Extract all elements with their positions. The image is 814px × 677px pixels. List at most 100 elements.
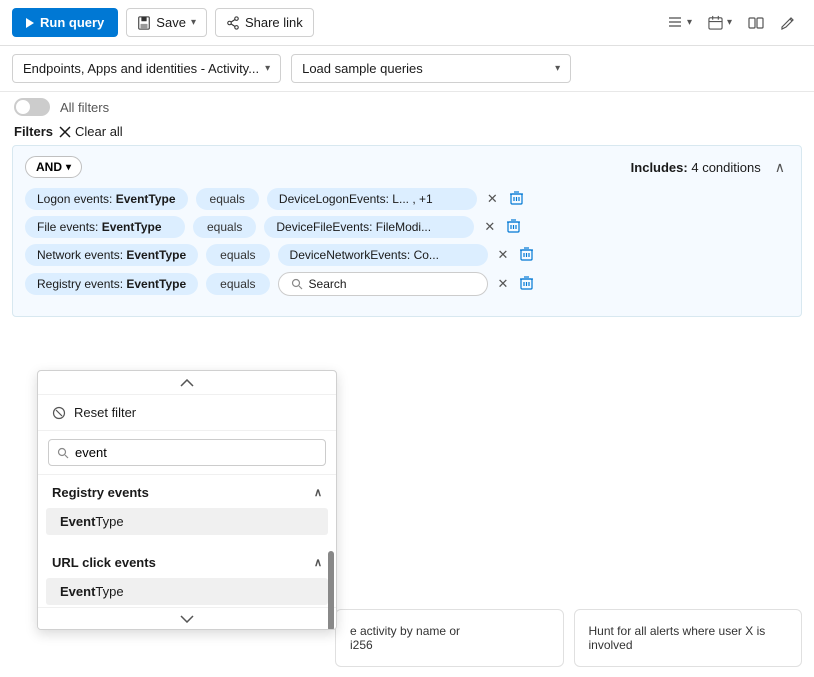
condition-close-1[interactable]: ✕	[485, 189, 500, 209]
run-query-button[interactable]: Run query	[12, 8, 118, 37]
condition-op-1[interactable]: equals	[196, 188, 259, 210]
clear-all-button[interactable]: Clear all	[59, 124, 123, 139]
condition-op-4-label: equals	[220, 277, 255, 291]
toolbar-right-icons: ▾ ▾	[661, 11, 802, 35]
condition-op-3-label: equals	[220, 248, 255, 262]
list-view-button[interactable]: ▾	[661, 12, 698, 34]
more-options-button[interactable]	[774, 11, 802, 35]
save-chevron-icon: ▾	[191, 17, 196, 28]
condition-op-2[interactable]: equals	[193, 216, 256, 238]
url-item-rest: Type	[95, 584, 123, 599]
url-eventtype-item[interactable]: EventType	[46, 578, 328, 605]
condition-field-3-label: Network events: EventType	[37, 248, 186, 262]
registry-item-bold: Event	[60, 514, 95, 529]
hint-card-1: e activity by name ori256	[335, 609, 564, 667]
trash-icon	[507, 219, 520, 233]
all-filters-toggle[interactable]	[14, 98, 50, 116]
condition-field-3[interactable]: Network events: EventType	[25, 244, 198, 266]
run-query-label: Run query	[40, 15, 104, 30]
all-filters-label: All filters	[60, 100, 109, 115]
condition-op-4[interactable]: equals	[206, 273, 269, 295]
section-registry-events: Registry events ∧	[38, 475, 336, 506]
share-link-label: Share link	[245, 15, 303, 30]
condition-field-1-label: Logon events: EventType	[37, 192, 176, 206]
condition-close-2[interactable]: ✕	[482, 217, 497, 237]
condition-row: Network events: EventType equals DeviceN…	[25, 244, 789, 266]
close-x-icon	[59, 126, 71, 138]
toolbar: Run query Save ▾ Share link ▾	[0, 0, 814, 46]
condition-value-3-label: DeviceNetworkEvents: Co...	[290, 248, 439, 262]
reset-filter-button[interactable]: Reset filter	[38, 395, 336, 431]
list-chevron-icon: ▾	[687, 17, 692, 28]
condition-delete-3[interactable]	[518, 245, 535, 266]
condition-value-2-label: DeviceFileEvents: FileModi...	[276, 220, 431, 234]
url-events-chevron-icon[interactable]: ∧	[314, 556, 322, 569]
registry-eventtype-item[interactable]: EventType	[46, 508, 328, 535]
load-sample-dropdown[interactable]: Load sample queries ▾	[291, 54, 571, 83]
load-sample-label: Load sample queries	[302, 61, 423, 76]
condition-row-active: Registry events: EventType equals Search…	[25, 272, 789, 296]
condition-value-2[interactable]: DeviceFileEvents: FileModi...	[264, 216, 474, 238]
condition-close-3[interactable]: ✕	[496, 245, 511, 265]
condition-search-field[interactable]: Search	[278, 272, 488, 296]
registry-events-chevron-icon[interactable]: ∧	[314, 486, 322, 499]
condition-delete-1[interactable]	[508, 189, 525, 210]
share-link-button[interactable]: Share link	[215, 8, 314, 37]
condition-field-2-label: File events: EventType	[37, 220, 162, 234]
condition-field-1[interactable]: Logon events: EventType	[25, 188, 188, 210]
condition-close-4[interactable]: ✕	[496, 274, 511, 294]
url-click-events-label: URL click events	[52, 555, 156, 570]
search-box[interactable]	[48, 439, 326, 466]
query-bar: Endpoints, Apps and identities - Activit…	[0, 46, 814, 92]
condition-delete-4[interactable]	[518, 274, 535, 295]
collapse-button[interactable]: ∧	[771, 157, 789, 178]
condition-field-4[interactable]: Registry events: EventType	[25, 273, 198, 295]
condition-row: File events: EventType equals DeviceFile…	[25, 216, 789, 238]
save-button[interactable]: Save ▾	[126, 8, 207, 37]
endpoint-dropdown-chevron: ▾	[265, 63, 270, 74]
condition-value-1[interactable]: DeviceLogonEvents: L... , +1	[267, 188, 477, 210]
share-icon	[226, 16, 240, 30]
trash-icon	[520, 276, 533, 290]
condition-value-3[interactable]: DeviceNetworkEvents: Co...	[278, 244, 488, 266]
scroll-up-button[interactable]	[38, 371, 336, 395]
and-button[interactable]: AND ▾	[25, 156, 82, 178]
filters-label: Filters	[14, 124, 53, 139]
includes-text: Includes: 4 conditions	[631, 160, 761, 175]
scroll-down-icon	[180, 615, 194, 623]
clear-all-label: Clear all	[75, 124, 123, 139]
url-item-bold: Event	[60, 584, 95, 599]
search-icon-inline	[291, 278, 303, 290]
condition-field-2[interactable]: File events: EventType	[25, 216, 185, 238]
pencil-icon	[780, 15, 796, 31]
scroll-down-button[interactable]	[38, 607, 336, 629]
calendar-icon	[708, 15, 723, 30]
popup-search-input[interactable]	[75, 445, 317, 460]
popup-scrollbar-thumb[interactable]	[328, 551, 334, 630]
conditions-box: AND ▾ Includes: 4 conditions ∧ Logon eve…	[12, 145, 802, 317]
columns-button[interactable]	[742, 11, 770, 35]
save-icon	[137, 16, 151, 30]
and-chevron-icon: ▾	[66, 162, 71, 173]
save-label: Save	[156, 15, 186, 30]
condition-delete-2[interactable]	[505, 217, 522, 238]
list-icon	[667, 16, 683, 30]
search-value-label: Search	[309, 277, 347, 291]
popup-scroll-area[interactable]: Registry events ∧ EventType URL click ev…	[38, 475, 336, 607]
filters-bar: All filters	[0, 92, 814, 122]
condition-op-3[interactable]: equals	[206, 244, 269, 266]
reset-filter-icon	[52, 406, 66, 420]
columns-icon	[748, 15, 764, 31]
includes-label: Includes:	[631, 160, 688, 175]
calendar-button[interactable]: ▾	[702, 11, 738, 34]
conditions-count: 4 conditions	[691, 160, 760, 175]
load-sample-chevron: ▾	[555, 63, 560, 74]
scroll-up-icon	[180, 379, 194, 387]
and-label: AND	[36, 160, 62, 174]
endpoint-dropdown[interactable]: Endpoints, Apps and identities - Activit…	[12, 54, 281, 83]
hint-card-2: Hunt for all alerts where user X is invo…	[574, 609, 803, 667]
reset-filter-label: Reset filter	[74, 405, 136, 420]
hint-card-2-text: Hunt for all alerts where user X is invo…	[589, 624, 766, 652]
condition-value-1-label: DeviceLogonEvents: L... , +1	[279, 192, 433, 206]
dropdown-popup: Reset filter Registry events ∧ EventType…	[37, 370, 337, 630]
